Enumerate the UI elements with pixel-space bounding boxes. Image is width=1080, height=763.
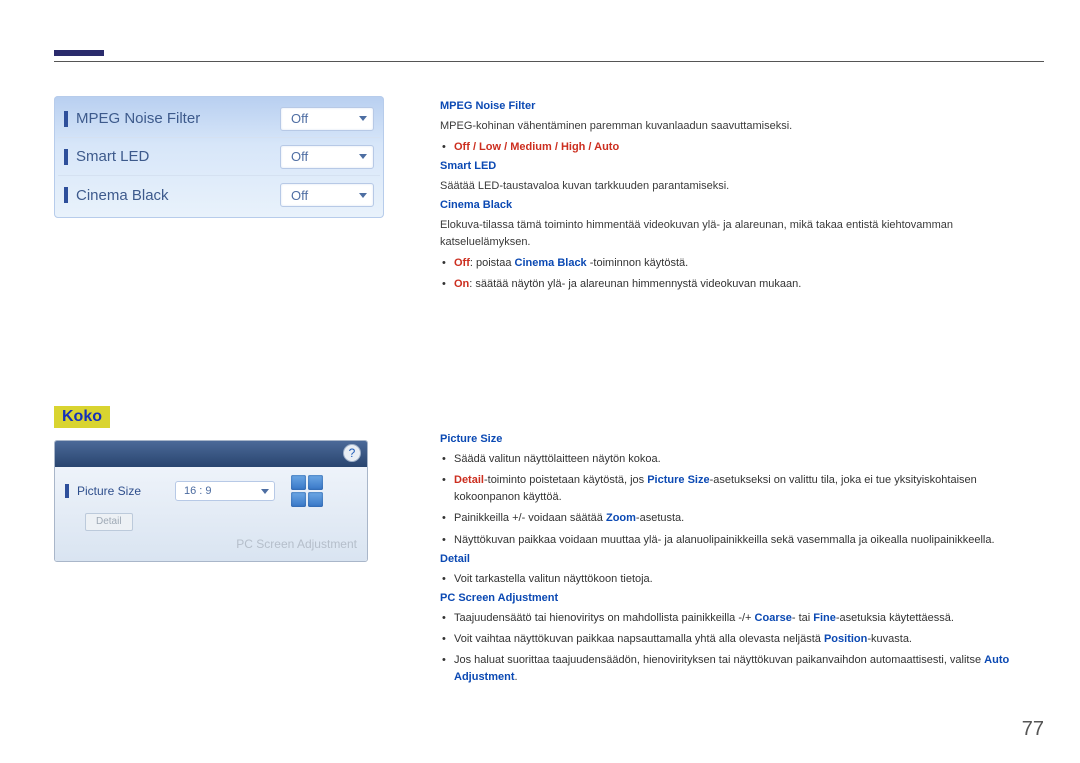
osd-panel-picturesize: ? Picture Size 16 : 9 Detail — [54, 440, 368, 562]
text: -toiminnon käytöstä. — [587, 257, 689, 269]
text-red: Off — [454, 257, 470, 269]
text: - tai — [792, 612, 813, 624]
header-accent-bar — [54, 50, 104, 56]
text: : poistaa — [470, 257, 515, 269]
osd-row-smartled: Smart LED Off — [58, 138, 380, 176]
row-marker — [64, 111, 68, 127]
text: . — [515, 671, 518, 683]
chevron-down-icon — [359, 116, 367, 121]
section-top-text: MPEG Noise Filter MPEG-kohinan vähentämi… — [440, 100, 1044, 293]
heading-smartled: Smart LED — [440, 160, 1044, 172]
picture-size-row: Picture Size 16 : 9 — [65, 475, 357, 507]
list-item: Voit vaihtaa näyttökuvan paikkaa napsaut… — [454, 631, 1044, 648]
list-item: Voit tarkastella valitun näyttökoon tiet… — [454, 571, 1044, 588]
list-item: Säädä valitun näyttölaitteen näytön koko… — [454, 451, 1044, 468]
list-item: On: säätää näytön ylä- ja alareunan himm… — [454, 276, 1044, 293]
pc-screen-adjustment-label: PC Screen Adjustment — [65, 537, 357, 551]
position-grid-icon[interactable] — [291, 475, 323, 507]
page-columns: MPEG Noise Filter Off Smart LED Off Cine… — [54, 54, 1044, 690]
osd-select-mpeg[interactable]: Off — [280, 107, 374, 131]
text-red: Detail — [454, 474, 484, 486]
header-divider — [54, 61, 1044, 62]
text: : säätää näytön ylä- ja alareunan himmen… — [469, 278, 801, 290]
text: -asetusta. — [636, 512, 684, 524]
osd-label: MPEG Noise Filter — [76, 110, 280, 127]
picture-size-value: 16 : 9 — [184, 485, 212, 497]
osd-select-smartled[interactable]: Off — [280, 145, 374, 169]
picture-size-select[interactable]: 16 : 9 — [175, 481, 275, 501]
text: Taajuudensäätö tai hienoviritys on mahdo… — [454, 612, 755, 624]
list-item: Detail-toiminto poistetaan käytöstä, jos… — [454, 472, 1044, 506]
list-item: Näyttökuvan paikkaa voidaan muuttaa ylä-… — [454, 532, 1044, 549]
osd-value: Off — [291, 188, 308, 203]
osd-panel-top: MPEG Noise Filter Off Smart LED Off Cine… — [54, 96, 384, 218]
row-marker — [64, 187, 68, 203]
page-number: 77 — [1022, 718, 1044, 741]
osd-label: Smart LED — [76, 148, 280, 165]
help-icon[interactable]: ? — [343, 444, 361, 462]
list-item: Off / Low / Medium / High / Auto — [454, 139, 1044, 156]
list-item: Taajuudensäätö tai hienoviritys on mahdo… — [454, 610, 1044, 627]
list-item: Jos haluat suorittaa taajuudensäädön, hi… — [454, 652, 1044, 686]
row-marker — [65, 484, 69, 498]
text-smartled-body: Säätää LED-taustavaloa kuvan tarkkuuden … — [440, 178, 1044, 195]
row-marker — [64, 149, 68, 165]
heading-picturesize: Picture Size — [440, 433, 1044, 445]
osd-row-cinemablack: Cinema Black Off — [58, 176, 380, 214]
section-title-koko: Koko — [54, 406, 110, 428]
text: -toiminto poistetaan käytöstä, jos — [484, 474, 647, 486]
text: -kuvasta. — [867, 633, 912, 645]
osd-select-cinemablack[interactable]: Off — [280, 183, 374, 207]
osd-value: Off — [291, 149, 308, 164]
text-blue: Zoom — [606, 512, 636, 524]
osd-label: Cinema Black — [76, 187, 280, 204]
text-blue: Cinema Black — [515, 257, 587, 269]
heading-mpeg: MPEG Noise Filter — [440, 100, 1044, 112]
text-cinemablack-body: Elokuva-tilassa tämä toiminto himmentää … — [440, 217, 1044, 251]
section-koko-text: Picture Size Säädä valitun näyttölaittee… — [440, 433, 1044, 685]
list-item: Painikkeilla +/- voidaan säätää Zoom-ase… — [454, 510, 1044, 527]
chevron-down-icon — [261, 489, 269, 494]
left-column: MPEG Noise Filter Off Smart LED Off Cine… — [54, 96, 384, 690]
list-item: Off: poistaa Cinema Black -toiminnon käy… — [454, 255, 1044, 272]
osd-value: Off — [291, 111, 308, 126]
osd-row-mpeg: MPEG Noise Filter Off — [58, 100, 380, 138]
heading-pcsa: PC Screen Adjustment — [440, 592, 1044, 604]
panel2-header: ? — [55, 441, 367, 467]
heading-cinemablack: Cinema Black — [440, 199, 1044, 211]
right-column: MPEG Noise Filter MPEG-kohinan vähentämi… — [440, 96, 1044, 690]
chevron-down-icon — [359, 154, 367, 159]
heading-detail: Detail — [440, 553, 1044, 565]
text-blue: Coarse — [755, 612, 792, 624]
picture-size-label: Picture Size — [77, 484, 171, 498]
text: Voit vaihtaa näyttökuvan paikkaa napsaut… — [454, 633, 824, 645]
text-red: Off / Low / Medium / High / Auto — [454, 141, 619, 153]
text-mpeg-body: MPEG-kohinan vähentäminen paremman kuvan… — [440, 118, 1044, 135]
text-blue: Position — [824, 633, 867, 645]
detail-row: Detail — [65, 513, 357, 531]
text: Painikkeilla +/- voidaan säätää — [454, 512, 606, 524]
detail-button[interactable]: Detail — [85, 513, 133, 531]
text-red: On — [454, 278, 469, 290]
text-blue: Picture Size — [647, 474, 709, 486]
chevron-down-icon — [359, 193, 367, 198]
text: Jos haluat suorittaa taajuudensäädön, hi… — [454, 654, 984, 666]
text-blue: Fine — [813, 612, 836, 624]
panel2-body: Picture Size 16 : 9 Detail PC Screen Adj… — [55, 467, 367, 561]
text: -asetuksia käytettäessä. — [836, 612, 954, 624]
